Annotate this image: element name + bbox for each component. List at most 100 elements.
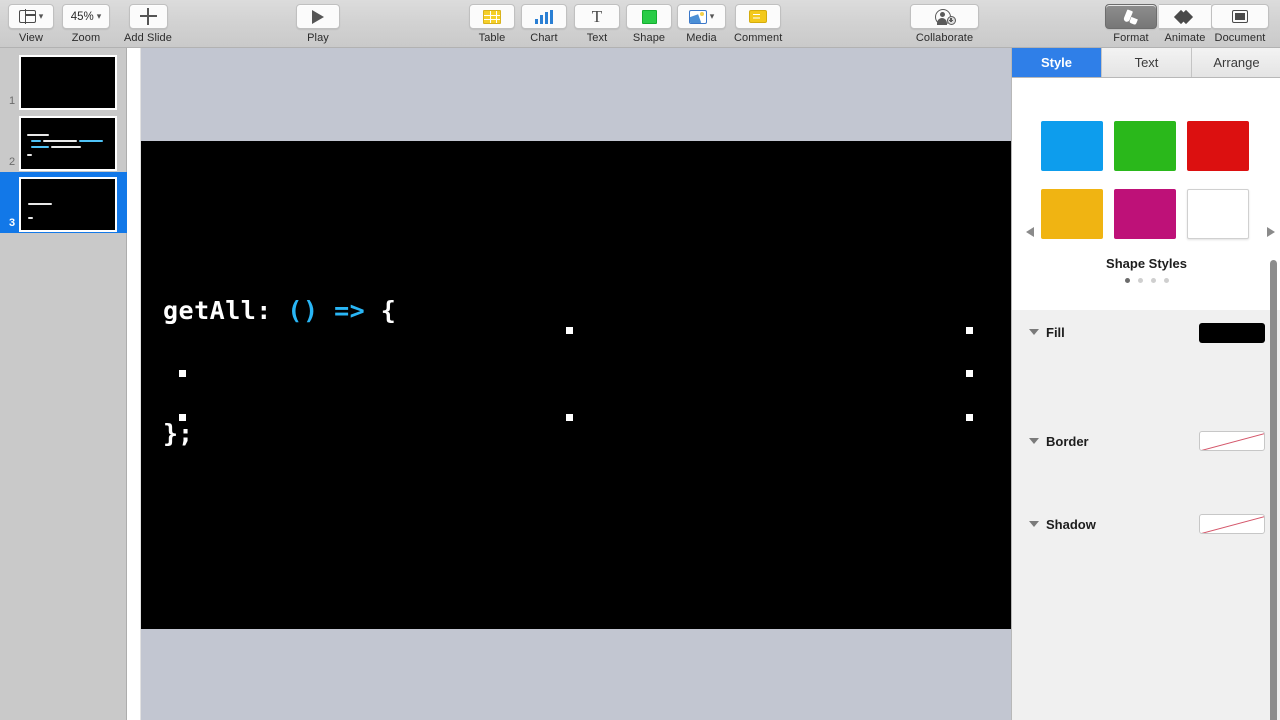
- tab-text[interactable]: Text: [1102, 48, 1192, 77]
- sidebar-view-icon: [18, 9, 37, 24]
- toolbar-animate-button[interactable]: Animate: [1159, 4, 1211, 44]
- current-slide[interactable]: getAll: () => { };: [141, 141, 1011, 629]
- media-surface[interactable]: ▾: [677, 4, 726, 29]
- shape-style-swatch-white[interactable]: [1187, 189, 1249, 239]
- table-surface[interactable]: [469, 4, 515, 29]
- border-section-header[interactable]: Border: [1029, 434, 1089, 449]
- shape-styles-prev-arrow-icon[interactable]: [1026, 227, 1034, 237]
- chart-surface[interactable]: [521, 4, 567, 29]
- shape-style-swatch-blue[interactable]: [1041, 121, 1103, 171]
- slide-thumbnail-3[interactable]: 3: [0, 172, 127, 233]
- toolbar-add-slide-label: Add Slide: [124, 32, 172, 44]
- disclosure-triangle-icon[interactable]: [1029, 329, 1039, 335]
- bar-chart-icon: [535, 9, 553, 24]
- toolbar-table-button[interactable]: Table: [469, 4, 515, 44]
- toolbar-collaborate-label: Collaborate: [915, 32, 974, 44]
- toolbar-shape-button[interactable]: Shape: [626, 4, 672, 44]
- slide-thumbnail-image-1: [19, 55, 117, 110]
- toolbar-comment-button[interactable]: Comment: [734, 4, 782, 44]
- chevron-down-icon: ▾: [709, 11, 715, 21]
- play-surface[interactable]: [296, 4, 340, 29]
- fill-section-header[interactable]: Fill: [1029, 325, 1065, 340]
- toolbar-collaborate-button[interactable]: Collaborate: [910, 4, 979, 44]
- toolbar-format-button[interactable]: Format: [1105, 4, 1157, 44]
- toolbar-media-label: Media: [686, 32, 717, 44]
- tab-arrange[interactable]: Arrange: [1192, 48, 1280, 77]
- toolbar-table-label: Table: [478, 32, 506, 44]
- page-dot-2[interactable]: [1137, 278, 1143, 283]
- page-dot-4[interactable]: [1163, 278, 1169, 283]
- collaborate-surface[interactable]: [910, 4, 979, 29]
- selection-handle-bottom-right[interactable]: [966, 414, 973, 421]
- disclosure-triangle-icon[interactable]: [1029, 521, 1039, 527]
- selection-handle-top-middle[interactable]: [566, 327, 573, 334]
- slide-navigator[interactable]: 1 2 3: [0, 48, 127, 720]
- selection-handle-bottom-middle[interactable]: [566, 414, 573, 421]
- selection-handle-left-middle[interactable]: [179, 370, 186, 377]
- shape-style-swatch-yellow[interactable]: [1041, 189, 1103, 239]
- toolbar-add-slide-button[interactable]: Add Slide: [124, 4, 172, 44]
- selection-handle-right-middle[interactable]: [966, 370, 973, 377]
- toolbar-zoom-label: Zoom: [71, 32, 101, 44]
- disclosure-triangle-icon[interactable]: [1029, 438, 1039, 444]
- shadow-section-header[interactable]: Shadow: [1029, 517, 1096, 532]
- selection-handle-bottom-left[interactable]: [179, 414, 186, 421]
- shape-style-swatch-red[interactable]: [1187, 121, 1249, 171]
- shape-style-swatch-green[interactable]: [1114, 121, 1176, 171]
- tab-style[interactable]: Style: [1012, 48, 1102, 77]
- zoom-button-surface[interactable]: 45% ▾: [62, 4, 110, 29]
- format-brush-icon: [1122, 8, 1139, 25]
- table-icon: [483, 9, 501, 24]
- animate-surface[interactable]: [1159, 4, 1211, 29]
- toolbar-animate-label: Animate: [1164, 32, 1206, 44]
- toolbar-play-label: Play: [307, 32, 329, 44]
- comment-note-icon: [749, 10, 768, 23]
- shape-styles-page-dots[interactable]: [1012, 278, 1280, 283]
- toolbar-zoom-button[interactable]: 45% ▾ Zoom: [62, 4, 110, 44]
- toolbar-media-button[interactable]: ▾ Media: [677, 4, 726, 44]
- document-icon: [1232, 10, 1248, 23]
- panel-vertical-scrollbar[interactable]: [1270, 260, 1277, 720]
- toolbar-shape-label: Shape: [632, 32, 666, 44]
- media-image-icon: [688, 9, 707, 24]
- toolbar-chart-button[interactable]: Chart: [521, 4, 567, 44]
- toolbar-document-label: Document: [1214, 32, 1266, 44]
- shape-surface[interactable]: [626, 4, 672, 29]
- view-button-surface[interactable]: ▾: [8, 4, 54, 29]
- toolbar-text-button[interactable]: T Text: [574, 4, 620, 44]
- code-token-brace: {: [365, 296, 397, 325]
- format-surface[interactable]: [1105, 4, 1157, 29]
- slide-thumbnail-image-2: [19, 116, 117, 171]
- slide-canvas-area[interactable]: getAll: () => { };: [127, 48, 1011, 720]
- slide-number-1: 1: [9, 95, 16, 107]
- slide-thumbnail-1[interactable]: 1: [0, 50, 127, 111]
- shadow-heading-label: Shadow: [1046, 517, 1096, 532]
- chevron-down-icon: ▾: [96, 11, 102, 21]
- canvas-vertical-scrollbar[interactable]: [127, 48, 141, 720]
- toolbar-comment-label: Comment: [734, 32, 783, 44]
- toolbar-text-label: Text: [586, 32, 608, 44]
- toolbar-document-button[interactable]: Document: [1211, 4, 1269, 44]
- slide-thumbnail-image-3: [19, 177, 117, 232]
- fill-heading-label: Fill: [1046, 325, 1065, 340]
- page-dot-1[interactable]: [1124, 278, 1130, 283]
- shape-styles-next-arrow-icon[interactable]: [1267, 227, 1275, 237]
- text-surface[interactable]: T: [574, 4, 620, 29]
- shape-styles-section: Shape Styles: [1012, 78, 1280, 310]
- animate-diamond-icon: [1173, 9, 1194, 24]
- shape-style-swatch-magenta[interactable]: [1114, 189, 1176, 239]
- slide-thumbnail-2[interactable]: 2: [0, 111, 127, 172]
- page-dot-3[interactable]: [1150, 278, 1156, 283]
- shape-styles-label: Shape Styles: [1106, 256, 1187, 271]
- selection-handle-top-right[interactable]: [966, 327, 973, 334]
- chevron-down-icon: ▾: [38, 11, 44, 21]
- document-surface[interactable]: [1211, 4, 1269, 29]
- comment-surface[interactable]: [735, 4, 782, 29]
- toolbar-view-button[interactable]: ▾ View: [8, 4, 54, 44]
- add-slide-surface[interactable]: [128, 4, 168, 29]
- toolbar-play-button[interactable]: Play: [296, 4, 340, 44]
- code-token-parens: (): [287, 296, 319, 325]
- slide-code-close: };: [163, 419, 194, 448]
- keynote-window: ▾ View 45% ▾ Zoom Add Slide Play Table C…: [0, 0, 1280, 720]
- text-t-icon: T: [591, 7, 603, 26]
